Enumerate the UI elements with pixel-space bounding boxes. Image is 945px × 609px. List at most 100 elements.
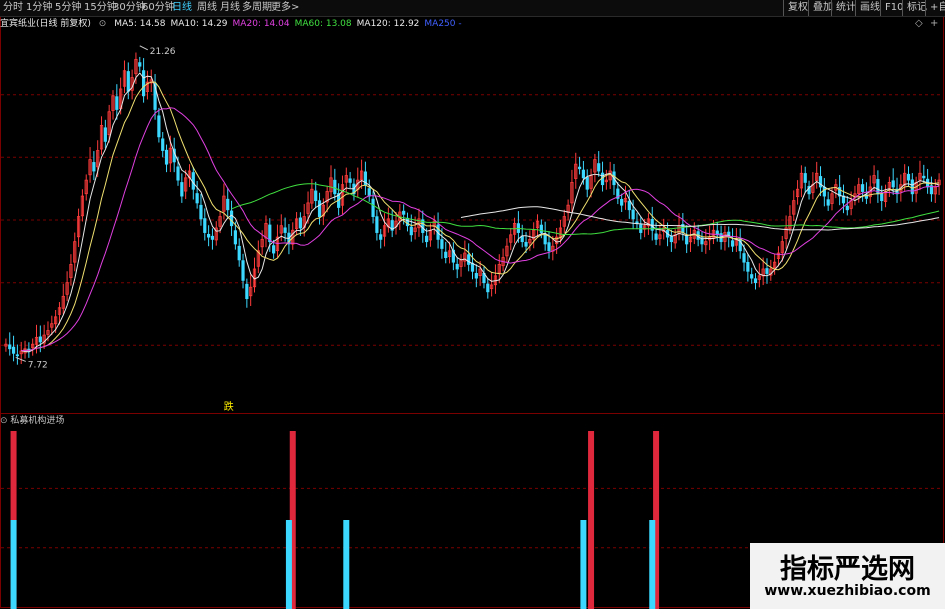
candle-body-95 bbox=[367, 188, 371, 197]
period-tab-7[interactable]: 周线 bbox=[197, 0, 217, 16]
candle-body-240 bbox=[922, 175, 926, 179]
candle-body-229 bbox=[880, 193, 884, 202]
candle-body-161 bbox=[620, 198, 624, 206]
stock-title: 宜宾纸业(日线 前复权) bbox=[0, 19, 91, 29]
candle-body-3 bbox=[15, 354, 19, 357]
candle-body-45 bbox=[176, 166, 180, 181]
candle-body-73 bbox=[283, 227, 287, 233]
candle-body-70 bbox=[272, 245, 276, 254]
candle-body-81 bbox=[314, 190, 318, 202]
indicator-bar-5 bbox=[588, 431, 595, 609]
candle-body-96 bbox=[371, 198, 375, 217]
indicator-bar-8 bbox=[649, 520, 656, 609]
toolbar-button-6[interactable]: +自选 bbox=[925, 0, 945, 16]
indicator-title: 私募机构进场 bbox=[10, 416, 65, 426]
diamond-icon[interactable]: ◇ bbox=[915, 18, 923, 29]
watermark-en: www.xuezhibiao.com bbox=[764, 583, 931, 599]
candle-body-60 bbox=[233, 230, 237, 245]
chart-frame bbox=[0, 16, 944, 608]
plus-icon[interactable]: + bbox=[930, 18, 938, 29]
candle-body-2 bbox=[11, 346, 16, 354]
ma-label-2: MA20: 14.04 bbox=[232, 19, 290, 29]
indicator-bar-4 bbox=[343, 520, 350, 609]
candle-body-32 bbox=[126, 71, 130, 92]
candle-body-105 bbox=[405, 217, 410, 227]
candle-body-77 bbox=[298, 217, 302, 229]
candle-body-199 bbox=[765, 268, 769, 274]
candle-body-46 bbox=[180, 182, 184, 197]
low-price-label: 7.72 bbox=[28, 360, 48, 370]
candle-body-1 bbox=[8, 344, 12, 350]
indicator-legend: ⊙ 私募机构进场 bbox=[0, 415, 400, 428]
candle-body-224 bbox=[860, 184, 865, 192]
high-arrow bbox=[139, 45, 148, 51]
candle-body-118 bbox=[455, 263, 459, 270]
watermark-cn: 指标严选网 bbox=[780, 554, 915, 585]
period-tab-0[interactable]: 分时 bbox=[3, 0, 23, 16]
candle-body-62 bbox=[241, 260, 245, 281]
candle-body-26 bbox=[103, 127, 107, 142]
candle-body-114 bbox=[440, 239, 444, 249]
candle-body-36 bbox=[141, 70, 146, 97]
period-tab-10[interactable]: 更多> bbox=[271, 0, 299, 16]
period-tab-5[interactable]: 60分钟 bbox=[142, 0, 175, 16]
stock-chart[interactable]: 21.26 7.72 跌 bbox=[0, 0, 945, 609]
candle-body-236 bbox=[906, 173, 911, 181]
candle-body-190 bbox=[730, 240, 735, 247]
candle-body-140 bbox=[539, 224, 543, 233]
period-tab-2[interactable]: 5分钟 bbox=[55, 0, 81, 16]
candle-body-50 bbox=[195, 193, 199, 204]
candle-body-151 bbox=[581, 169, 586, 179]
ma-label-3: MA60: 13.08 bbox=[294, 19, 352, 29]
candle-body-174 bbox=[669, 236, 673, 243]
candle-body-23 bbox=[92, 162, 96, 172]
candle-body-90 bbox=[348, 178, 352, 183]
candle-body-136 bbox=[524, 241, 528, 247]
candle-body-194 bbox=[746, 261, 750, 272]
candle-body-195 bbox=[750, 274, 754, 279]
candle-body-104 bbox=[402, 210, 406, 215]
period-tab-3[interactable]: 15分钟 bbox=[84, 0, 117, 16]
candle-body-61 bbox=[237, 245, 241, 261]
candle-body-163 bbox=[627, 200, 631, 211]
candle-body-209 bbox=[803, 173, 807, 183]
ma-label-1: MA10: 14.29 bbox=[170, 19, 228, 29]
candle-body-170 bbox=[654, 233, 658, 240]
candle-body-54 bbox=[210, 235, 215, 240]
period-tab-8[interactable]: 月线 bbox=[220, 0, 240, 16]
candle-body-9 bbox=[38, 336, 42, 343]
toolbar: 分时 1分钟 5分钟 15分钟 30分钟 60分钟 日线 周线 月线 多周期 更多> 复权 叠加 统计 画线… bbox=[0, 0, 945, 17]
period-tab-4[interactable]: 30分钟 bbox=[113, 0, 146, 16]
candle-body-237 bbox=[910, 179, 914, 195]
ma-collapse-icon[interactable]: ⊙ bbox=[99, 19, 107, 29]
candle-body-63 bbox=[245, 283, 249, 300]
candle-body-123 bbox=[474, 273, 478, 279]
candle-body-141 bbox=[543, 233, 547, 245]
ma-label-0: MA5: 14.58 bbox=[114, 19, 166, 29]
signal-label: 跌 bbox=[224, 400, 234, 413]
candle-body-214 bbox=[822, 186, 826, 197]
candle-body-115 bbox=[444, 251, 448, 258]
candle-body-121 bbox=[467, 254, 471, 265]
indicator-bar-6 bbox=[580, 520, 587, 609]
indicator-bar-1 bbox=[10, 520, 17, 609]
candle-body-232 bbox=[891, 180, 895, 188]
period-tab-6[interactable]: 日线 bbox=[172, 0, 192, 16]
candle-body-178 bbox=[685, 234, 689, 245]
candle-body-29 bbox=[115, 96, 119, 110]
candle-body-193 bbox=[742, 253, 746, 263]
period-tab-9[interactable]: 多周期 bbox=[242, 0, 272, 16]
candle-body-110 bbox=[425, 235, 429, 243]
indicator-collapse-icon[interactable]: ⊙ bbox=[0, 416, 8, 426]
candle-body-142 bbox=[547, 242, 551, 252]
ma-legend: 宜宾纸业(日线 前复权) ⊙ MA5: 14.58 MA10: 14.29 MA20… bbox=[0, 17, 945, 31]
high-price-label: 21.26 bbox=[150, 47, 176, 57]
indicator-bar-3 bbox=[285, 520, 292, 609]
candle-body-42 bbox=[164, 149, 169, 165]
candle-body-106 bbox=[409, 226, 413, 236]
candle-body-86 bbox=[333, 179, 337, 195]
candle-body-40 bbox=[157, 115, 161, 138]
candle-body-41 bbox=[161, 138, 165, 151]
period-tab-1[interactable]: 1分钟 bbox=[26, 0, 52, 16]
candle-body-152 bbox=[585, 176, 589, 190]
